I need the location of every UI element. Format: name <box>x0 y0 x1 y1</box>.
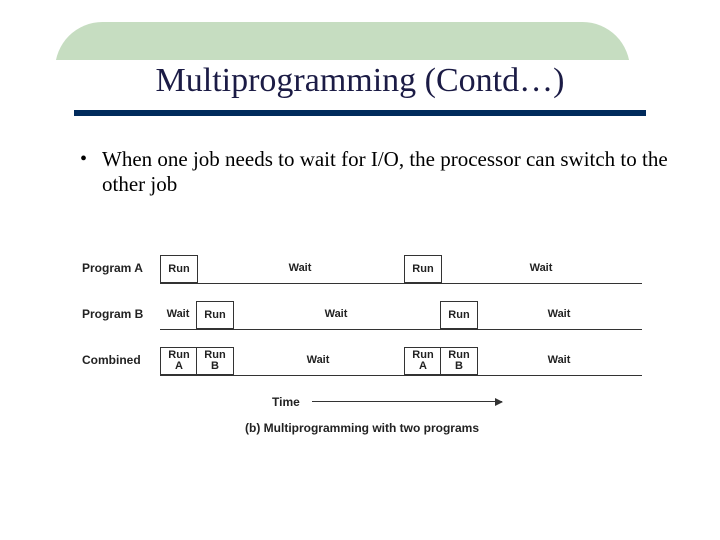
timeline-track: RunARunBWaitRunARunBWait <box>160 347 642 376</box>
wait-segment: Wait <box>476 301 642 327</box>
run-segment: Run <box>404 255 442 283</box>
wait-segment: Wait <box>440 255 642 281</box>
bullet-text: When one job needs to wait for I/O, the … <box>102 147 680 197</box>
accent-bar <box>74 110 646 116</box>
time-axis-row: Time <box>82 393 642 415</box>
run-segment: Run <box>196 301 234 329</box>
timeline-track: RunWaitRunWait <box>160 255 642 284</box>
wait-segment: Wait <box>476 347 642 373</box>
bullet-row: • When one job needs to wait for I/O, th… <box>80 147 680 197</box>
timing-diagram: Program ARunWaitRunWaitProgram BWaitRunW… <box>82 255 642 435</box>
run-segment: RunA <box>160 347 198 375</box>
slide-title: Multiprogramming (Contd…) <box>0 62 720 100</box>
diagram-caption: (b) Multiprogramming with two programs <box>82 421 642 435</box>
run-segment: RunA <box>404 347 442 375</box>
run-segment: RunB <box>196 347 234 375</box>
timeline-row: Program BWaitRunWaitRunWait <box>82 301 642 335</box>
wait-segment: Wait <box>232 301 440 327</box>
slide: Multiprogramming (Contd…) • When one job… <box>0 0 720 540</box>
timeline-track: WaitRunWaitRunWait <box>160 301 642 330</box>
timeline-row-label: Program B <box>82 307 143 321</box>
timeline-row-label: Program A <box>82 261 143 275</box>
time-axis-arrow <box>312 401 502 402</box>
run-segment: Run <box>440 301 478 329</box>
bullet-marker: • <box>80 147 102 171</box>
time-axis-label: Time <box>272 395 300 409</box>
wait-segment: Wait <box>232 347 404 373</box>
run-segment: RunB <box>440 347 478 375</box>
wait-segment: Wait <box>196 255 404 281</box>
run-segment: Run <box>160 255 198 283</box>
timeline-row: Program ARunWaitRunWait <box>82 255 642 289</box>
timeline-row: CombinedRunARunBWaitRunARunBWait <box>82 347 642 381</box>
timeline-row-label: Combined <box>82 353 141 367</box>
wait-segment: Wait <box>160 301 196 327</box>
